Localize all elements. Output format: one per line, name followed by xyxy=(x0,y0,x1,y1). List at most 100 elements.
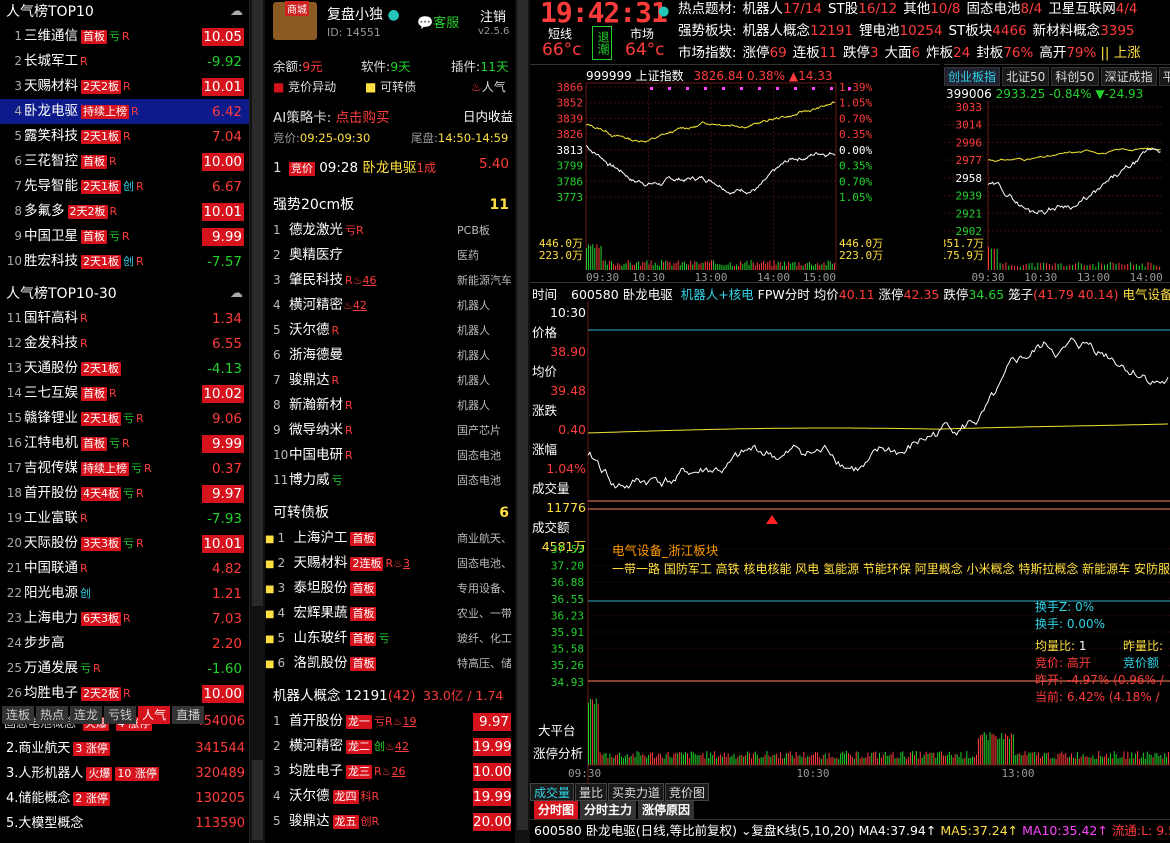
left-tab-2[interactable]: 连龙 xyxy=(70,706,103,724)
concept-row[interactable]: 2.商业航天 3 涨停 341544 xyxy=(0,736,250,761)
chart-type-tab-2[interactable]: 涨停原因 xyxy=(638,801,695,819)
board-row[interactable]: 3 均胜电子 龙三 R♨26 10.00 xyxy=(265,759,515,784)
y-tick: 3866 xyxy=(557,81,584,94)
board-row[interactable]: 2 奥精医疗 医药 xyxy=(265,243,515,268)
price-tick: 37.20 xyxy=(551,560,584,573)
left-tab-3[interactable]: 亏钱 xyxy=(104,706,137,724)
item-name: 连板 xyxy=(792,45,820,61)
vol-bar xyxy=(987,739,989,765)
rank-row[interactable]: 6 三花智控 首板 R 10.00 xyxy=(0,149,249,174)
signal-dot xyxy=(650,87,653,90)
rank-row[interactable]: 8 多氟多 2天2板 R 10.01 xyxy=(0,199,249,224)
chart-type-tab-0[interactable]: 分时图 xyxy=(534,801,579,819)
board-row[interactable]: 8 新瀚新材 R 机器人 xyxy=(265,393,515,418)
rank-row[interactable]: 15 赣锋锂业 2天1板亏 R 9.06 xyxy=(0,406,249,431)
left-tab-1[interactable]: 热点 xyxy=(36,706,69,724)
rank-row[interactable]: 22 阳光电源创 1.21 xyxy=(0,581,249,606)
indicator-tab-3[interactable]: 竞价图 xyxy=(665,783,710,801)
rank-row[interactable]: 16 江特电机 首板亏 R 9.99 xyxy=(0,431,249,456)
rank-row[interactable]: 19 工业富联 R -7.93 xyxy=(0,506,249,531)
rank-row[interactable]: 25 万通发展亏 R -1.60 xyxy=(0,656,249,681)
cloud-icon[interactable]: ☁ xyxy=(230,0,243,24)
board-row[interactable]: ■ 6 洛凯股份 首板 特高压、储 xyxy=(265,651,515,676)
board-row[interactable]: 10中国电研 R 固态电池 xyxy=(265,443,515,468)
board-row[interactable]: 6 浙海德曼 机器人 xyxy=(265,343,515,368)
board-row[interactable]: ■ 3 泰坦股份 首板 专用设备、 xyxy=(265,576,515,601)
rank-row[interactable]: 9 中国卫星 首板亏 R 9.99 xyxy=(0,224,249,249)
concept-row[interactable]: 5.大模型概念 113590 xyxy=(0,811,250,836)
avatar[interactable]: 商城 xyxy=(273,1,317,40)
rank-row[interactable]: 1 三维通信 首板亏 R 10.05 xyxy=(0,24,249,49)
vol-bar xyxy=(690,751,692,765)
stock-chart[interactable]: 时间 600580 卧龙电驱 机器人+核电 FPW分时 均价40.11 涨停42… xyxy=(530,282,1170,802)
left-scrollbar-thumb[interactable] xyxy=(252,760,263,840)
short-temp: 66°c xyxy=(542,40,582,60)
cloud-icon[interactable]: ☁ xyxy=(230,282,243,306)
rank-row[interactable]: 23 上海电力 6天3板 R 7.03 xyxy=(0,606,249,631)
ai-buy-link[interactable]: 点击购买 xyxy=(336,110,390,126)
ai-mode[interactable]: 日内收益 xyxy=(463,106,513,125)
indicator-tab-2[interactable]: 买卖力道 xyxy=(608,783,665,801)
board-row[interactable]: 4 横河精密♨42 机器人 xyxy=(265,293,515,318)
rank-row[interactable]: 18 首开股份 4天4板亏 R 9.97 xyxy=(0,481,249,506)
board-row[interactable]: ■ 1 上海沪工 首板 商业航天、 xyxy=(265,526,515,551)
opt-auction[interactable]: 竞价异动 xyxy=(288,80,336,94)
chevron-down-icon[interactable]: ⌄ xyxy=(741,823,751,838)
board-row[interactable]: 3 肇民科技 R♨46 新能源汽车 xyxy=(265,268,515,293)
left-tab-5[interactable]: 直播 xyxy=(172,706,205,724)
board-row[interactable]: ■ 2 天赐材料 2连板 R♨3 固态电池、 xyxy=(265,551,515,576)
vol-bar xyxy=(1125,758,1127,765)
rank-row[interactable]: 17 吉视传媒 持续上榜亏 R 0.37 xyxy=(0,456,249,481)
ai-row[interactable]: 1 竞价 09:28 卧龙电驱1成 5.40 xyxy=(273,156,513,176)
rank-row[interactable]: 7 先导智能 2天1板创 R 6.67 xyxy=(0,174,249,199)
change-value: 6.67 xyxy=(211,179,242,195)
chart-type-tab-1[interactable]: 分时主力 xyxy=(580,801,637,819)
vol-bar xyxy=(1005,262,1007,270)
board-row[interactable]: 2 横河精密 龙二 创♨42 19.99 xyxy=(265,734,515,759)
rank-row[interactable]: 12 金发科技 R 6.55 xyxy=(0,331,249,356)
sector-chart[interactable]: 创业板指北证50科创50深证成指平均股价 399006 2933.25 -0.8… xyxy=(944,64,1170,283)
rank-row[interactable]: 14 三七互娱 首板 R 10.02 xyxy=(0,381,249,406)
item-name: 涨停 xyxy=(742,45,770,61)
rank-row[interactable]: 4 卧龙电驱 持续上榜 R 6.42 xyxy=(0,99,249,124)
service-button[interactable]: 💬客服 xyxy=(417,12,459,31)
opt-bond-wrap[interactable]: ■ 可转债 xyxy=(365,78,416,95)
indicator-tab-1[interactable]: 量比 xyxy=(575,783,608,801)
rank-row[interactable]: 2 长城军工 R -9.92 xyxy=(0,49,249,74)
index-chart[interactable]: 999999 上证指数 3826.84 0.38% ▲14.33 3866 1.3… xyxy=(530,64,940,283)
board-row[interactable]: 5 沃尔德 R 机器人 xyxy=(265,318,515,343)
opt-pop-wrap[interactable]: ♨人气 xyxy=(471,78,506,95)
board-row[interactable]: ■ 5 山东玻纤 首板亏 玻纤、化工 xyxy=(265,626,515,651)
logout-button[interactable]: 注销 xyxy=(480,6,506,25)
vol-bar xyxy=(1109,262,1111,270)
mid-scrollbar-track[interactable] xyxy=(517,0,528,830)
rank-row[interactable]: 5 露笑科技 2天1板 R 7.04 xyxy=(0,124,249,149)
rank-row[interactable]: 13 天通股份 2天1板 -4.13 xyxy=(0,356,249,381)
left-tab-0[interactable]: 连板 xyxy=(2,706,35,724)
rank-row[interactable]: 20 天际股份 3天3板亏 R 10.01 xyxy=(0,531,249,556)
concept-row[interactable]: 3.人形机器人 火爆 10 涨停 320489 xyxy=(0,761,250,786)
board-row[interactable]: ■ 4 宏辉果蔬 首板 农业、一带 xyxy=(265,601,515,626)
big-platform-button[interactable]: 大平台 xyxy=(538,720,576,739)
left-scrollbar-track[interactable] xyxy=(252,0,263,606)
limit-analysis-button[interactable]: 涨停分析 xyxy=(533,743,583,762)
checkbox-icon[interactable]: ■ xyxy=(273,80,284,94)
rank-no: 2 xyxy=(14,54,22,68)
indicator-tab-0[interactable]: 成交量 xyxy=(530,783,575,801)
board-row[interactable]: 4 沃尔德 龙四 科R 19.99 xyxy=(265,784,515,809)
board-row[interactable]: 9 微导纳米 R 国产芯片 xyxy=(265,418,515,443)
concept-row[interactable]: 4.储能概念 2 涨停 130205 xyxy=(0,786,250,811)
vol-bar xyxy=(716,758,718,765)
rank-row[interactable]: 11 国轩高科 R 1.34 xyxy=(0,306,249,331)
rank-row[interactable]: 21 中国联通 R 4.82 xyxy=(0,556,249,581)
rank-row[interactable]: 24 步步高 2.20 xyxy=(0,631,249,656)
board-row[interactable]: 5 骏鼎达 龙五 创R 20.00 xyxy=(265,809,515,834)
left-tab-4[interactable]: 人气 xyxy=(138,706,171,724)
board-row[interactable]: 1 首开股份 龙一 亏R♨19 9.97 xyxy=(265,709,515,734)
rank-row[interactable]: 10 胜宏科技 2天1板创 R -7.57 xyxy=(0,249,249,274)
rank-row[interactable]: 26 均胜电子 2天2板 R 10.00 xyxy=(0,681,249,706)
rank-row[interactable]: 3 天赐材料 2天2板 R 10.01 xyxy=(0,74,249,99)
board-row[interactable]: 11博力威亏 固态电池 xyxy=(265,468,515,493)
board-row[interactable]: 7 骏鼎达 R 机器人 xyxy=(265,368,515,393)
board-row[interactable]: 1 德龙激光 亏R PCB板 xyxy=(265,218,515,243)
